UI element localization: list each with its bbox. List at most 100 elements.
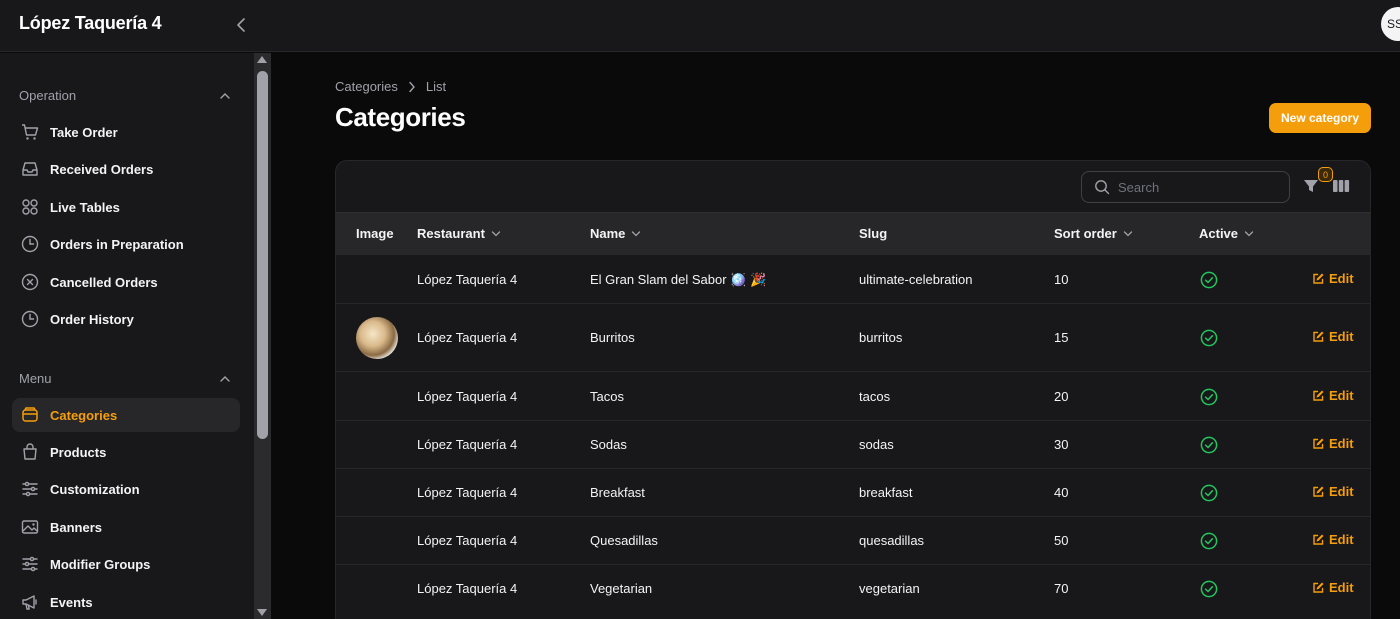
edit-link[interactable]: Edit — [1312, 484, 1354, 499]
sidebar-item-customization[interactable]: Customization — [12, 472, 240, 506]
cell-slug: burritos — [859, 330, 903, 345]
sidebar-item-take-order[interactable]: Take Order — [12, 115, 240, 149]
sidebar-item-label: Cancelled Orders — [50, 274, 158, 290]
edit-link[interactable]: Edit — [1312, 271, 1354, 286]
cell-name: Quesadillas — [590, 533, 658, 548]
sidebar-item-cancelled-orders[interactable]: Cancelled Orders — [12, 265, 240, 299]
sidebar-item-label: Products — [50, 444, 107, 460]
cell-name: El Gran Slam del Sabor 🪩 🎉 — [590, 272, 767, 287]
filter-icon[interactable] — [1302, 177, 1320, 195]
edit-link[interactable]: Edit — [1312, 388, 1354, 403]
search-icon — [1094, 179, 1110, 195]
breadcrumb-list: List — [425, 79, 447, 94]
table-row[interactable]: López Taquería 4 Sodas sodas 30 Edit — [336, 420, 1370, 468]
check-circle-icon — [1200, 580, 1218, 598]
column-header-name[interactable]: Name — [590, 226, 641, 241]
sidebar-item-label: Modifier Groups — [50, 556, 151, 572]
sidebar-item-categories[interactable]: Categories — [12, 398, 240, 432]
sidebar-item-order-history[interactable]: Order History — [12, 302, 240, 336]
sidebar-item-label: Orders in Preparation — [50, 236, 184, 252]
edit-icon — [1312, 437, 1325, 450]
column-header-restaurant[interactable]: Restaurant — [417, 226, 501, 241]
collapse-sidebar-button[interactable] — [230, 14, 252, 36]
table-row[interactable]: López Taquería 4 Quesadillas quesadillas 50… — [336, 516, 1370, 564]
cell-restaurant: López Taquería 4 — [417, 437, 518, 452]
sidebar-item-products[interactable]: Products — [12, 435, 240, 469]
sidebar-group-menu: Menu — [19, 371, 52, 386]
edit-label: Edit — [1329, 436, 1354, 451]
cell-slug: vegetarian — [859, 581, 920, 596]
edit-link[interactable]: Edit — [1312, 436, 1354, 451]
cell-sort-order: 50 — [1054, 533, 1069, 548]
sidebar-item-label: Events — [50, 594, 93, 610]
sliders-icon — [20, 479, 40, 499]
table-row[interactable]: López Taquería 4 Tacos tacos 20 Edit — [336, 371, 1370, 420]
sidebar-item-label: Banners — [50, 519, 103, 535]
search-field[interactable] — [1081, 171, 1290, 203]
cell-name: Tacos — [590, 389, 624, 404]
sidebar-item-events[interactable]: Events — [12, 585, 240, 619]
sidebar: Operation Take Order Received Orders Liv… — [0, 53, 254, 619]
sidebar-item-modifier-groups[interactable]: Modifier Groups — [12, 547, 240, 581]
chevron-down-icon — [631, 230, 641, 238]
check-circle-icon — [1200, 329, 1218, 347]
check-circle-icon — [1200, 532, 1218, 550]
columns-icon[interactable] — [1332, 178, 1350, 194]
cell-slug: ultimate-celebration — [859, 272, 973, 287]
user-avatar[interactable]: SS — [1381, 7, 1400, 41]
cart-icon — [20, 122, 40, 142]
edit-label: Edit — [1329, 271, 1354, 286]
cell-name: Breakfast — [590, 485, 645, 500]
sidebar-item-orders-in-preparation[interactable]: Orders in Preparation — [12, 227, 240, 261]
scroll-down-arrow-icon[interactable] — [257, 609, 267, 616]
table-row[interactable]: López Taquería 4 Breakfast breakfast 40 Edit — [336, 468, 1370, 516]
new-category-button[interactable]: New category — [1269, 103, 1371, 133]
sidebar-item-received-orders[interactable]: Received Orders — [12, 152, 240, 186]
chevron-up-icon[interactable] — [218, 372, 232, 386]
edit-icon — [1312, 485, 1325, 498]
cell-sort-order: 20 — [1054, 389, 1069, 404]
edit-label: Edit — [1329, 580, 1354, 595]
cell-sort-order: 70 — [1054, 581, 1069, 596]
table-row[interactable]: López Taquería 4 Burritos burritos 15 Edit — [336, 303, 1370, 371]
categories-table-panel: 0 Image Restaurant Name Slug Sort order … — [335, 160, 1371, 619]
chevron-right-icon — [408, 81, 416, 93]
edit-link[interactable]: Edit — [1312, 532, 1354, 547]
cell-restaurant: López Taquería 4 — [417, 389, 518, 404]
page-title: Categories — [335, 102, 466, 132]
breadcrumb-categories[interactable]: Categories — [335, 79, 398, 94]
cell-name: Vegetarian — [590, 581, 653, 596]
table-row[interactable]: López Taquería 4 Vegetarian vegetarian 70 Ed… — [336, 564, 1370, 612]
scrollbar-thumb[interactable] — [257, 71, 268, 439]
cell-sort-order: 10 — [1054, 272, 1069, 287]
bag-icon — [20, 442, 40, 462]
table-row[interactable]: López Taquería 4 El Gran Slam del Sabor 🪩… — [336, 254, 1370, 303]
column-header-sort-order[interactable]: Sort order — [1054, 226, 1133, 241]
x-circle-icon — [20, 272, 40, 292]
edit-link[interactable]: Edit — [1312, 580, 1354, 595]
cell-sort-order: 40 — [1054, 485, 1069, 500]
chevron-up-icon[interactable] — [218, 89, 232, 103]
cell-name: Sodas — [590, 437, 627, 452]
sidebar-item-banners[interactable]: Banners — [12, 510, 240, 544]
chevron-down-icon — [491, 230, 501, 238]
sidebar-group-operation: Operation — [19, 88, 77, 103]
cell-restaurant: López Taquería 4 — [417, 485, 518, 500]
sidebar-item-label: Received Orders — [50, 161, 154, 177]
cell-restaurant: López Taquería 4 — [417, 272, 518, 287]
sidebar-item-live-tables[interactable]: Live Tables — [12, 190, 240, 224]
image-icon — [20, 517, 40, 537]
column-header-active[interactable]: Active — [1199, 226, 1254, 241]
sidebar-item-label: Take Order — [50, 124, 118, 140]
sidebar-item-label: Order History — [50, 311, 134, 327]
edit-label: Edit — [1329, 532, 1354, 547]
scroll-up-arrow-icon[interactable] — [257, 56, 267, 63]
edit-link[interactable]: Edit — [1312, 329, 1354, 344]
cell-restaurant: López Taquería 4 — [417, 533, 518, 548]
chevron-down-icon — [1244, 230, 1254, 238]
search-input[interactable] — [1118, 179, 1268, 195]
check-circle-icon — [1200, 388, 1218, 406]
clock-icon — [20, 234, 40, 254]
clock-icon — [20, 309, 40, 329]
sidebar-scrollbar[interactable] — [254, 53, 271, 619]
